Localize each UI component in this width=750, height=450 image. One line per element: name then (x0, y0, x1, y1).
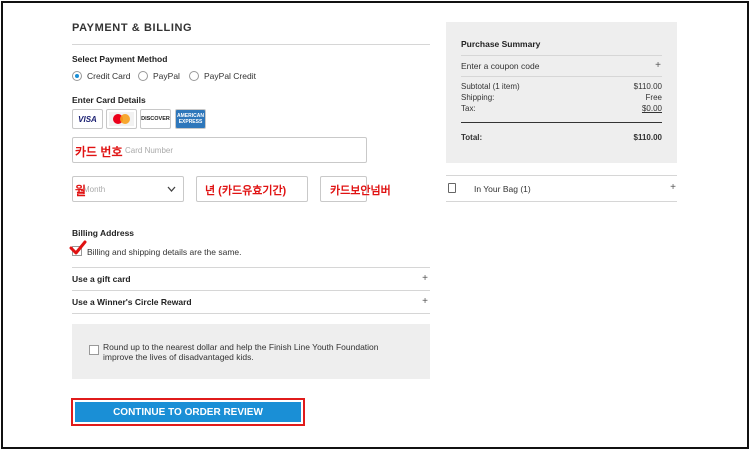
month-select[interactable]: Month 월 (72, 176, 184, 202)
in-your-bag-row[interactable]: In Your Bag (1) + (446, 176, 677, 201)
radio-paypal-credit[interactable]: PayPal Credit (189, 71, 256, 81)
bag-divider-bottom (446, 201, 677, 202)
billing-same-label: Billing and shipping details are the sam… (87, 247, 242, 257)
tax-row: Tax: $0.00 (461, 104, 662, 113)
winners-circle-expand-icon[interactable]: + (422, 296, 428, 307)
card-number-annotation: 카드 번호 (75, 145, 123, 159)
radio-credit-card-label: Credit Card (87, 71, 131, 81)
donation-box: Round up to the nearest dollar and help … (72, 324, 430, 379)
purchase-summary-panel: Purchase Summary Enter a coupon code + S… (446, 22, 677, 163)
radio-paypal-credit-input[interactable] (189, 71, 199, 81)
amex-icon: AMERICAN EXPRESS (175, 109, 206, 129)
red-checkmark-icon (69, 240, 87, 255)
continue-to-order-review-button[interactable]: CONTINUE TO ORDER REVIEW (75, 402, 301, 422)
subtotal-label: Subtotal (1 item) (461, 82, 520, 91)
in-your-bag-label: In Your Bag (1) (474, 184, 531, 194)
subtotal-row: Subtotal (1 item) $110.00 (461, 82, 662, 91)
subtotal-value: $110.00 (633, 82, 662, 91)
tax-label: Tax: (461, 104, 476, 113)
tax-value: $0.00 (641, 104, 662, 113)
radio-paypal[interactable]: PayPal (138, 71, 180, 81)
shopping-bag-icon (448, 183, 456, 193)
coupon-code-label: Enter a coupon code (461, 61, 540, 71)
radio-paypal-input[interactable] (138, 71, 148, 81)
billing-address-label: Billing Address (72, 228, 135, 238)
card-number-placeholder: Card Number (125, 146, 174, 155)
cvv-annotation: 카드보안넘버 (330, 185, 391, 197)
continue-button-highlight: CONTINUE TO ORDER REVIEW (71, 398, 305, 426)
month-placeholder: Month (83, 185, 106, 194)
radio-paypal-credit-label: PayPal Credit (204, 71, 256, 81)
year-annotation: 년 (카드유효기간) (205, 185, 287, 197)
bag-expand-icon[interactable]: + (670, 182, 676, 193)
gift-card-label: Use a gift card (72, 274, 131, 284)
summary-total-divider (461, 122, 662, 123)
radio-paypal-label: PayPal (153, 71, 180, 81)
shipping-label: Shipping: (461, 93, 495, 102)
chevron-down-icon (167, 186, 176, 192)
purchase-summary-title: Purchase Summary (461, 39, 541, 49)
coupon-expand-icon[interactable]: + (655, 60, 661, 71)
mastercard-icon (106, 109, 137, 129)
donation-text: Round up to the nearest dollar and help … (103, 342, 379, 362)
winners-circle-row[interactable]: Use a Winner's Circle Reward + (72, 291, 430, 313)
summary-divider-2 (461, 76, 662, 77)
shipping-value: Free (645, 93, 662, 102)
radio-credit-card-input[interactable] (72, 71, 82, 81)
title-divider (72, 44, 430, 45)
donation-checkbox[interactable] (89, 345, 99, 355)
radio-credit-card[interactable]: Credit Card (72, 71, 130, 81)
divider-bottom (72, 313, 430, 314)
page-title: PAYMENT & BILLING (72, 22, 193, 34)
card-details-label: Enter Card Details (72, 95, 146, 105)
total-row: Total: $110.00 (461, 133, 662, 142)
gift-card-row[interactable]: Use a gift card + (72, 268, 430, 290)
year-field[interactable]: 년 (카드유효기간) (196, 176, 308, 202)
select-payment-method-label: Select Payment Method (72, 54, 168, 64)
total-label: Total: (461, 133, 483, 142)
total-value: $110.00 (633, 133, 662, 142)
gift-card-expand-icon[interactable]: + (422, 273, 428, 284)
visa-icon: VISA (72, 109, 103, 129)
card-number-field[interactable]: Card Number 카드 번호 (72, 137, 367, 163)
discover-icon: DISCOVER (140, 109, 171, 129)
shipping-row: Shipping: Free (461, 93, 662, 102)
cvv-field[interactable]: 카드보안넘버 (320, 176, 391, 202)
winners-circle-label: Use a Winner's Circle Reward (72, 297, 192, 307)
coupon-code-row[interactable]: Enter a coupon code + (461, 56, 662, 76)
month-annotation: 월 (75, 184, 87, 198)
